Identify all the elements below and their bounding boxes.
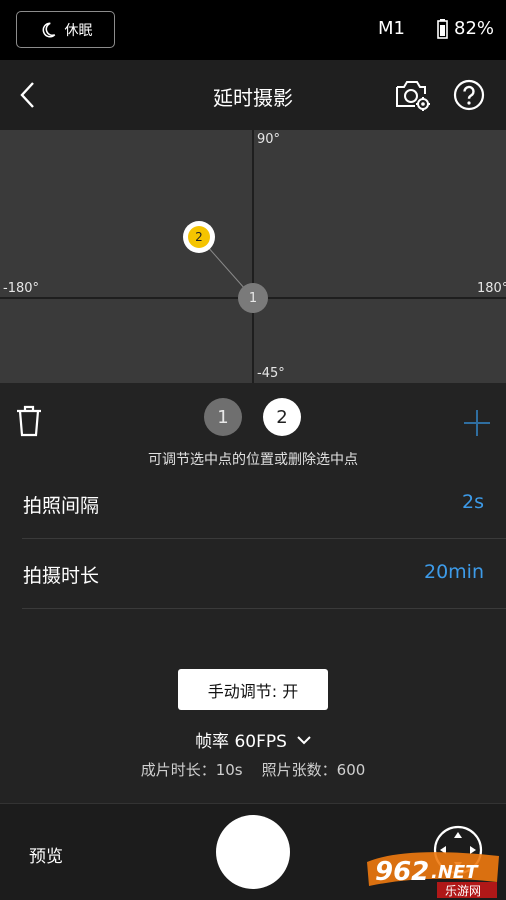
point-tab-1[interactable]: 1 bbox=[204, 398, 242, 436]
setting-label: 拍照间隔 bbox=[23, 495, 100, 517]
axis-label-top: 90° bbox=[257, 132, 281, 147]
camera-settings-icon[interactable] bbox=[394, 78, 432, 112]
graph-canvas bbox=[0, 130, 506, 383]
sleep-label: 休眠 bbox=[64, 22, 93, 39]
axis-label-bottom: -45° bbox=[257, 366, 285, 381]
point-tab-2[interactable]: 2 bbox=[263, 398, 301, 436]
bottom-bar: 预览 962 .NET 乐游网 bbox=[0, 803, 506, 900]
axis-label-right: 180° bbox=[477, 281, 506, 296]
moon-icon bbox=[42, 21, 55, 37]
svg-text:.NET: .NET bbox=[431, 862, 479, 883]
sleep-button[interactable]: 休眠 bbox=[16, 11, 115, 48]
manual-adjust-button[interactable]: 手动调节: 开 bbox=[178, 669, 328, 710]
watermark-logo: 962 .NET 乐游网 bbox=[367, 852, 499, 898]
hint-text: 可调节选中点的位置或删除选中点 bbox=[148, 452, 358, 468]
trash-icon[interactable] bbox=[15, 405, 43, 437]
setting-value[interactable]: 2s bbox=[462, 491, 484, 513]
frame-rate-select[interactable]: 帧率 60FPS bbox=[0, 727, 506, 752]
output-info: 成片时长：10s 照片张数：600 bbox=[140, 761, 366, 779]
add-point-icon[interactable] bbox=[463, 409, 491, 437]
controls-panel: 1 2 可调节选中点的位置或删除选中点 拍照间隔 2s 拍摄时长 20min 手… bbox=[0, 383, 506, 803]
setting-row-interval[interactable]: 拍照间隔 2s bbox=[22, 469, 506, 539]
setting-value[interactable]: 20min bbox=[424, 561, 484, 583]
battery-percent: 82% bbox=[454, 18, 495, 39]
graph-point-2[interactable]: 2 bbox=[183, 221, 215, 253]
graph-point-1-label: 1 bbox=[248, 290, 258, 306]
title-bar: 延时摄影 bbox=[0, 60, 506, 130]
axis-label-left: -180° bbox=[3, 281, 40, 296]
svg-text:962: 962 bbox=[375, 857, 429, 887]
setting-label: 拍摄时长 bbox=[23, 565, 100, 587]
chevron-down-icon bbox=[297, 735, 311, 744]
frame-rate-label: 帧率 60FPS bbox=[195, 732, 287, 752]
status-bar: 休眠 M1 82% bbox=[0, 0, 506, 60]
mode-indicator: M1 bbox=[378, 18, 405, 39]
graph-point-2-label: 2 bbox=[195, 230, 203, 244]
help-icon[interactable] bbox=[453, 79, 485, 111]
preview-button[interactable]: 预览 bbox=[29, 842, 63, 867]
graph-point-2-inner: 2 bbox=[188, 226, 210, 248]
graph-point-1[interactable]: 1 bbox=[238, 283, 268, 313]
position-graph[interactable]: 90° -180° 180° -45° 1 2 bbox=[0, 130, 506, 383]
shutter-button[interactable] bbox=[216, 815, 290, 889]
setting-row-duration[interactable]: 拍摄时长 20min bbox=[22, 539, 506, 609]
battery-icon bbox=[437, 18, 448, 39]
svg-text:乐游网: 乐游网 bbox=[445, 884, 481, 898]
battery-status: 82% bbox=[437, 18, 494, 39]
